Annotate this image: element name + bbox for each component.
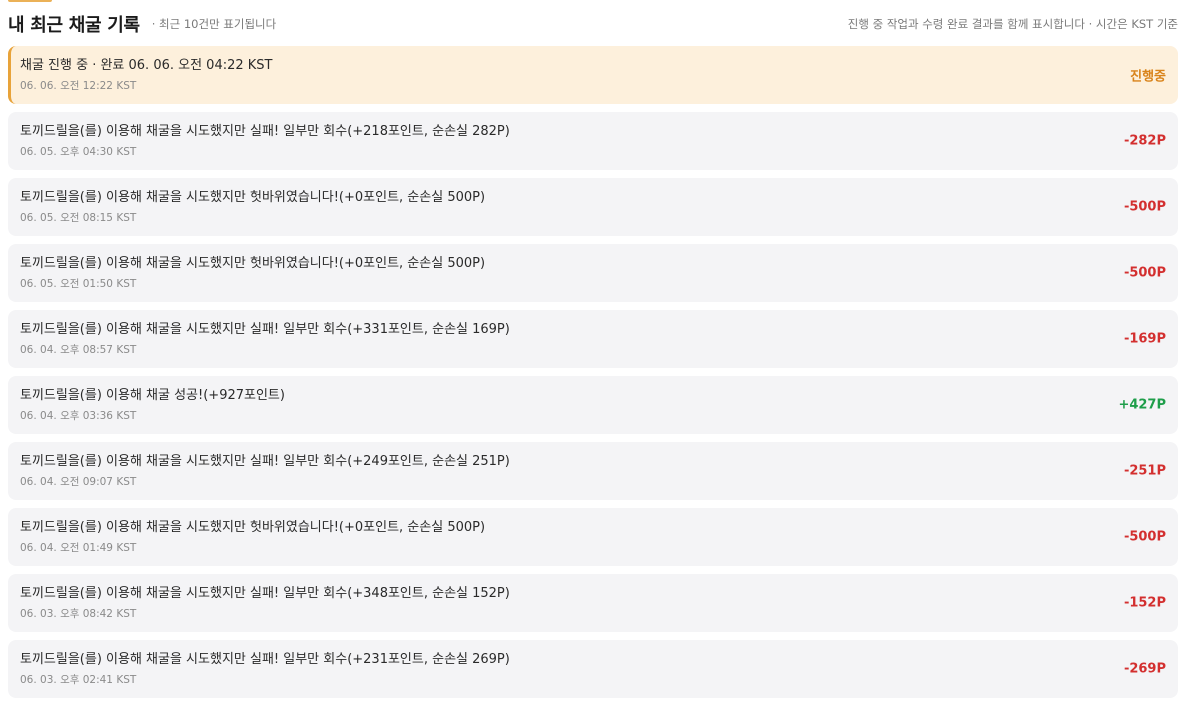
history-row-text: 토끼드릴을(를) 이용해 채굴 성공!(+927포인트) [20,388,285,403]
history-row-time: 06. 05. 오전 08:15 KST [20,212,137,224]
history-row-amount: -169P [1123,331,1166,347]
history-row: 토끼드릴을(를) 이용해 채굴을 시도했지만 실패! 일부만 회수(+331포인… [8,310,1178,368]
history-row-time: 06. 04. 오전 09:07 KST [20,476,137,488]
history-row-text: 토끼드릴을(를) 이용해 채굴을 시도했지만 헛바위였습니다!(+0포인트, 순… [20,520,486,535]
cutoff-badge-fragment [8,0,52,2]
history-row-text: 토끼드릴을(를) 이용해 채굴을 시도했지만 실패! 일부만 회수(+231포인… [20,652,510,667]
history-row-amount: -152P [1123,595,1166,611]
history-row-amount: -500P [1123,199,1166,215]
history-row-time: 06. 03. 오후 02:41 KST [20,674,137,686]
history-row-time: 06. 05. 오전 01:50 KST [20,278,137,290]
history-row-time: 06. 03. 오후 08:42 KST [20,608,137,620]
history-note: 진행 중 작업과 수령 완료 결과를 함께 표시합니다 · 시간은 KST 기준 [847,17,1178,31]
history-row-amount: -500P [1123,529,1166,545]
history-row-text: 채굴 진행 중 · 완료 06. 06. 오전 04:22 KST [20,58,273,73]
history-row-amount: 진행중 [1130,69,1166,85]
history-row: 토끼드릴을(를) 이용해 채굴을 시도했지만 실패! 일부만 회수(+231포인… [8,640,1178,698]
history-subtitle: · 최근 10건만 표기됩니다 [151,17,277,31]
history-row: 토끼드릴을(를) 이용해 채굴 성공!(+927포인트) 06. 04. 오후 … [8,376,1178,434]
history-row: 토끼드릴을(를) 이용해 채굴을 시도했지만 실패! 일부만 회수(+218포인… [8,112,1178,170]
history-row-text: 토끼드릴을(를) 이용해 채굴을 시도했지만 실패! 일부만 회수(+218포인… [20,124,510,139]
mining-history-list: 채굴 진행 중 · 완료 06. 06. 오전 04:22 KST 06. 06… [8,46,1178,706]
history-row-amount: -269P [1123,661,1166,677]
history-row: 토끼드릴을(를) 이용해 채굴을 시도했지만 헛바위였습니다!(+0포인트, 순… [8,244,1178,302]
history-row-text: 토끼드릴을(를) 이용해 채굴을 시도했지만 실패! 일부만 회수(+249포인… [20,454,510,469]
history-row-time: 06. 06. 오전 12:22 KST [20,80,137,92]
history-row-amount: -500P [1123,265,1166,281]
history-row-time: 06. 04. 오후 03:36 KST [20,410,137,422]
history-row: 토끼드릴을(를) 이용해 채굴을 시도했지만 헛바위였습니다!(+0포인트, 순… [8,178,1178,236]
history-row: 토끼드릴을(를) 이용해 채굴을 시도했지만 헛바위였습니다!(+0포인트, 순… [8,508,1178,566]
history-row-amount: -251P [1123,463,1166,479]
history-row-text: 토끼드릴을(를) 이용해 채굴을 시도했지만 헛바위였습니다!(+0포인트, 순… [20,256,486,271]
history-row-text: 토끼드릴을(를) 이용해 채굴을 시도했지만 실패! 일부만 회수(+331포인… [20,322,510,337]
history-row: 토끼드릴을(를) 이용해 채굴을 시도했지만 실패! 일부만 회수(+249포인… [8,442,1178,500]
history-title: 내 최근 채굴 기록 [8,15,140,36]
history-row-time: 06. 04. 오전 01:49 KST [20,542,137,554]
history-row-time: 06. 04. 오후 08:57 KST [20,344,137,356]
history-row-amount: +427P [1118,397,1166,413]
history-row-time: 06. 05. 오후 04:30 KST [20,146,137,158]
history-row: 채굴 진행 중 · 완료 06. 06. 오전 04:22 KST 06. 06… [8,46,1178,104]
history-row: 토끼드릴을(를) 이용해 채굴을 시도했지만 실패! 일부만 회수(+348포인… [8,574,1178,632]
history-row-text: 토끼드릴을(를) 이용해 채굴을 시도했지만 실패! 일부만 회수(+348포인… [20,586,510,601]
history-row-text: 토끼드릴을(를) 이용해 채굴을 시도했지만 헛바위였습니다!(+0포인트, 순… [20,190,486,205]
history-row-amount: -282P [1123,133,1166,149]
history-header: 내 최근 채굴 기록 · 최근 10건만 표기됩니다 진행 중 작업과 수령 완… [8,10,1178,38]
